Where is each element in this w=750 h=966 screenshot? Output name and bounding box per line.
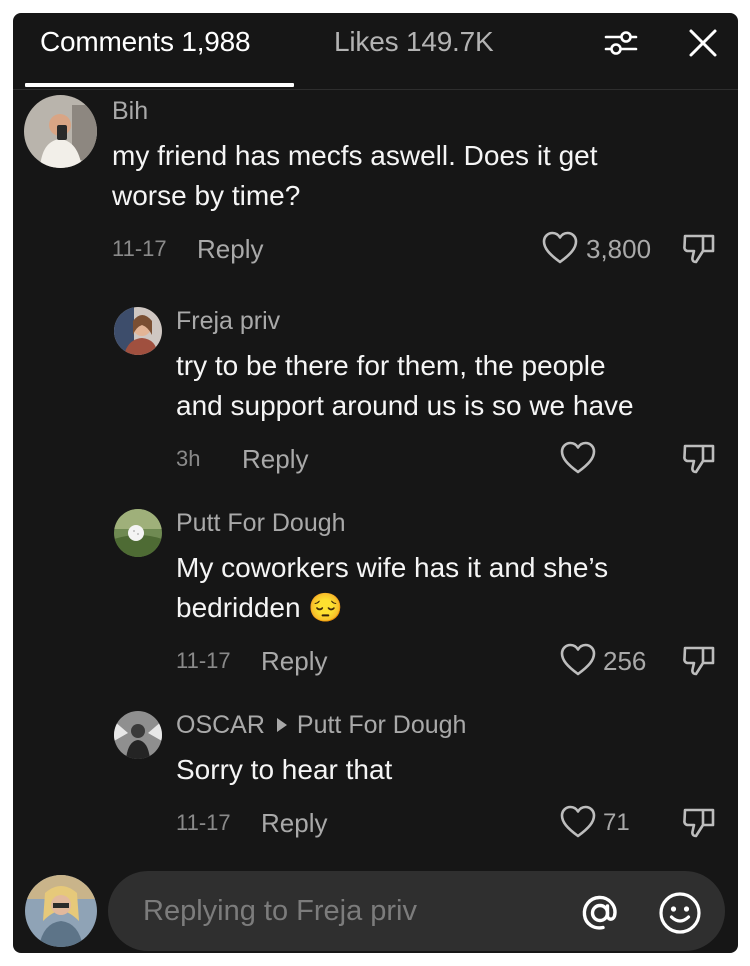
comment-username[interactable]: Freja priv bbox=[176, 307, 280, 336]
comment-date: 11-17 bbox=[176, 648, 231, 673]
comment-text: My coworkers wife has it and she’s bedri… bbox=[176, 552, 609, 623]
comments-panel: Comments 1,988 Likes 149.7K Bih my frien… bbox=[13, 13, 738, 953]
avatar[interactable] bbox=[114, 509, 162, 557]
reply-button[interactable]: Reply bbox=[197, 234, 263, 265]
heart-icon[interactable] bbox=[559, 641, 597, 679]
comment-date: 3h bbox=[176, 446, 201, 471]
reply-button[interactable]: Reply bbox=[242, 444, 308, 475]
comment-text: my friend has mecfs aswell. Does it get … bbox=[112, 140, 598, 211]
reply-button[interactable]: Reply bbox=[261, 808, 327, 839]
like-count: 71 bbox=[603, 809, 630, 836]
comment-input-placeholder: Replying to Freja priv bbox=[143, 895, 417, 927]
at-mention-icon[interactable] bbox=[578, 891, 622, 935]
close-icon[interactable] bbox=[683, 23, 723, 63]
current-user-avatar[interactable] bbox=[25, 875, 97, 947]
comment-username[interactable]: Putt For Dough bbox=[176, 509, 346, 538]
active-tab-indicator bbox=[25, 83, 294, 87]
tab-likes[interactable]: Likes 149.7K bbox=[334, 26, 494, 58]
heart-icon[interactable] bbox=[541, 229, 579, 267]
comment-username[interactable]: Bih bbox=[112, 97, 148, 126]
comment-input[interactable]: Replying to Freja priv bbox=[108, 871, 725, 951]
avatar[interactable] bbox=[24, 95, 97, 168]
comments-header: Comments 1,988 Likes 149.7K bbox=[13, 13, 738, 90]
heart-icon[interactable] bbox=[559, 803, 597, 841]
reply-arrow-icon bbox=[276, 718, 287, 733]
like-count: 3,800 bbox=[586, 234, 652, 264]
comment-text: try to be there for them, the people and… bbox=[176, 350, 634, 421]
tab-comments[interactable]: Comments 1,988 bbox=[40, 26, 251, 58]
dislike-icon[interactable] bbox=[680, 439, 718, 477]
dislike-icon[interactable] bbox=[680, 229, 718, 267]
avatar[interactable] bbox=[114, 711, 162, 759]
dislike-icon[interactable] bbox=[680, 641, 718, 679]
comment-date: 11-17 bbox=[176, 810, 231, 835]
avatar[interactable] bbox=[114, 307, 162, 355]
comment-date: 11-17 bbox=[112, 236, 167, 261]
heart-icon[interactable] bbox=[559, 439, 597, 477]
like-count: 256 bbox=[603, 646, 647, 676]
reply-to-username: Putt For Dough bbox=[296, 711, 467, 739]
comment-text: Sorry to hear that bbox=[176, 754, 393, 785]
dislike-icon[interactable] bbox=[680, 803, 718, 841]
reply-button[interactable]: Reply bbox=[261, 646, 327, 677]
emoji-icon[interactable] bbox=[657, 890, 703, 936]
comment-username[interactable]: OSCAR Putt For Dough bbox=[176, 711, 466, 740]
filter-sliders-icon[interactable] bbox=[601, 23, 641, 63]
